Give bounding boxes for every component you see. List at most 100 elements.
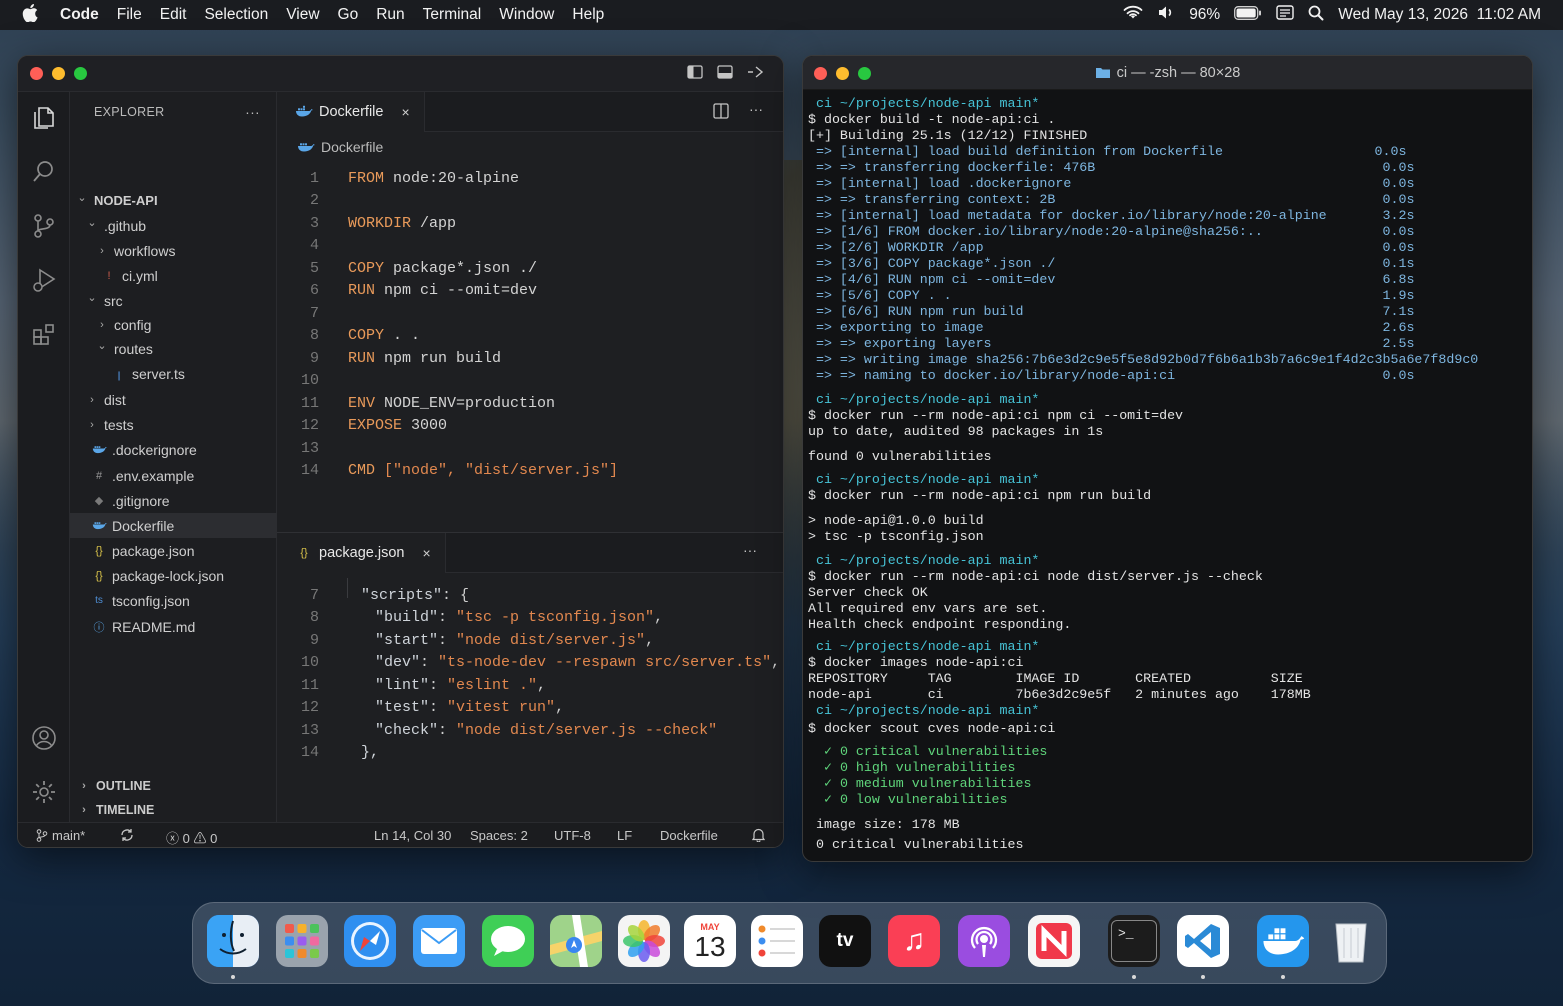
source-control-icon[interactable] <box>30 212 58 240</box>
terminal-line-out: > node-api@1.0.0 build <box>808 513 984 528</box>
volume-icon[interactable] <box>1157 5 1175 25</box>
code-line: 3 WORKDIR /app <box>277 212 783 234</box>
editor-more-button[interactable]: ··· <box>749 101 763 117</box>
toggle-panel-icon[interactable] <box>717 65 733 83</box>
tree-item[interactable]: ⌄ routes <box>70 336 277 361</box>
dock-launchpad-icon[interactable] <box>276 915 328 967</box>
split-editor-icon[interactable] <box>713 103 729 124</box>
menu-help[interactable]: Help <box>563 6 613 24</box>
cursor-position[interactable]: Ln 14, Col 30 <box>374 828 451 843</box>
terminal-output[interactable]: ci ~/projects/node-api main* $ docker bui… <box>803 90 1532 861</box>
zoom-window-button[interactable] <box>74 67 87 80</box>
warning-count: 0 <box>210 831 218 846</box>
menu-clock[interactable]: Wed May 13, 2026 11:02 AM <box>1338 6 1541 24</box>
menu-window[interactable]: Window <box>490 6 563 24</box>
tab-package-json[interactable]: {} package.json × <box>277 533 446 573</box>
tab-dockerfile[interactable]: Dockerfile × <box>277 92 425 132</box>
breadcrumb-file[interactable]: Dockerfile <box>321 139 383 155</box>
language-mode[interactable]: Dockerfile <box>660 828 718 843</box>
battery-icon[interactable] <box>1234 5 1262 25</box>
tree-item[interactable]: ts tsconfig.json <box>70 588 277 613</box>
zoom-window-button[interactable] <box>858 67 871 80</box>
dock-reminders-icon[interactable] <box>751 915 803 967</box>
tree-item[interactable]: ꞁ server.ts <box>70 361 277 386</box>
menu-app-name[interactable]: Code <box>60 6 108 24</box>
menu-selection[interactable]: Selection <box>195 6 277 24</box>
tree-item[interactable]: {} package-lock.json <box>70 563 277 588</box>
bell-icon[interactable] <box>751 828 766 845</box>
control-center-icon[interactable] <box>1276 5 1294 25</box>
activity-bar <box>18 92 70 822</box>
menu-file[interactable]: File <box>108 6 151 24</box>
end-of-line[interactable]: LF <box>617 828 632 843</box>
dock-trash-icon[interactable] <box>1325 915 1377 967</box>
extensions-icon[interactable] <box>30 320 58 348</box>
tree-item[interactable]: .dockerignore <box>70 437 277 462</box>
encoding[interactable]: UTF-8 <box>554 828 591 843</box>
tree-item-label: ci.yml <box>122 267 158 284</box>
dock-apple-tv-icon[interactable]: tv <box>819 915 871 967</box>
dockerfile-argument: /app <box>411 214 457 232</box>
dock-vscode-icon[interactable] <box>1177 915 1229 967</box>
close-tab-icon[interactable]: × <box>401 104 409 120</box>
dock-docker-icon[interactable] <box>1257 915 1309 967</box>
close-window-button[interactable] <box>30 67 43 80</box>
dock-messages-icon[interactable] <box>482 915 534 967</box>
chevron-right-icon: › <box>100 244 104 257</box>
json-val: "node dist/server.js" <box>456 631 646 649</box>
branch-indicator[interactable]: main* <box>36 828 85 843</box>
json-key: "check" <box>375 721 439 739</box>
menu-view[interactable]: View <box>277 6 328 24</box>
outline-section[interactable]: › OUTLINE <box>70 774 277 798</box>
menu-run[interactable]: Run <box>367 6 413 24</box>
dock-mail-icon[interactable] <box>413 915 465 967</box>
tree-item[interactable]: # .env.example <box>70 463 277 488</box>
indentation[interactable]: Spaces: 2 <box>470 828 528 843</box>
sync-icon[interactable] <box>120 828 134 845</box>
spotlight-icon[interactable] <box>1308 5 1324 26</box>
editor-more-button[interactable]: ··· <box>743 542 757 558</box>
dock-music-icon[interactable]: ♫ <box>888 915 940 967</box>
tree-item[interactable]: ⓘ README.md <box>70 614 277 639</box>
explorer-more-button[interactable]: ··· <box>245 104 260 120</box>
terminal-line-prompt: ci ~/projects/node-api main* <box>808 392 1040 407</box>
account-icon[interactable] <box>30 724 58 752</box>
tree-item[interactable]: ! ci.yml <box>70 263 277 288</box>
tree-item[interactable]: › tests <box>70 412 277 437</box>
tree-item[interactable]: › dist <box>70 387 277 412</box>
search-icon[interactable] <box>30 158 58 186</box>
settings-gear-icon[interactable] <box>30 778 58 806</box>
timeline-section[interactable]: › TIMELINE <box>70 798 277 822</box>
minimize-window-button[interactable] <box>52 67 65 80</box>
menu-edit[interactable]: Edit <box>151 6 196 24</box>
tree-item[interactable]: › config <box>70 312 277 337</box>
dock-podcasts-icon[interactable] <box>958 915 1010 967</box>
menu-terminal[interactable]: Terminal <box>414 6 491 24</box>
dock-safari-icon[interactable] <box>344 915 396 967</box>
dock-maps-icon[interactable] <box>550 915 602 967</box>
close-tab-icon[interactable]: × <box>422 545 430 561</box>
tree-item[interactable]: ⌄ src <box>70 288 277 313</box>
close-window-button[interactable] <box>814 67 827 80</box>
dock-news-icon[interactable] <box>1028 915 1080 967</box>
run-debug-icon[interactable] <box>30 266 58 294</box>
menu-go[interactable]: Go <box>329 6 368 24</box>
minimize-window-button[interactable] <box>836 67 849 80</box>
problems-indicator[interactable]: ⓧ 0 ⚠ 0 <box>166 828 217 847</box>
tree-item[interactable]: ⌄ .github <box>70 213 277 238</box>
tree-item[interactable]: Dockerfile <box>70 513 277 538</box>
dock-terminal-icon[interactable]: >_ <box>1108 915 1160 967</box>
toggle-sidebar-icon[interactable] <box>687 65 703 83</box>
line-number: 12 <box>300 416 319 434</box>
forward-arrow-icon[interactable] <box>747 65 765 83</box>
dock-finder-icon[interactable] <box>207 915 259 967</box>
apple-menu-icon[interactable] <box>0 3 60 27</box>
dock-photos-icon[interactable] <box>618 915 670 967</box>
tree-item[interactable]: {} package.json <box>70 538 277 563</box>
dock-calendar-icon[interactable]: MAY 13 <box>684 915 736 967</box>
tree-item[interactable]: › workflows <box>70 238 277 263</box>
wifi-icon[interactable] <box>1123 5 1143 25</box>
tree-item[interactable]: ⌄ NODE-API <box>70 188 277 213</box>
tree-item[interactable]: ◆ .gitignore <box>70 488 277 513</box>
explorer-icon[interactable] <box>30 104 58 132</box>
